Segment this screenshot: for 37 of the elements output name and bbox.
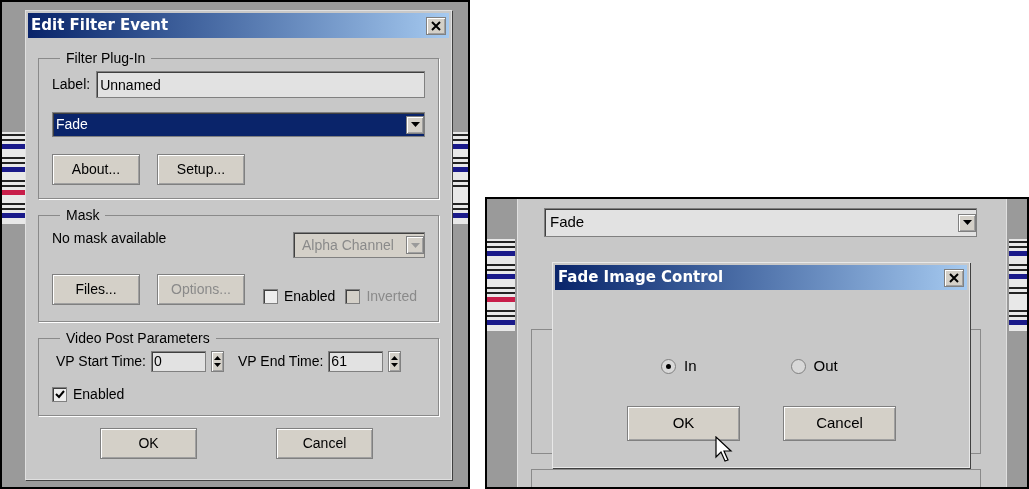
checkbox-label: Inverted xyxy=(366,287,417,306)
field-label: VP Start Time: xyxy=(56,352,146,371)
checkbox[interactable] xyxy=(263,289,278,304)
close-icon xyxy=(431,20,441,31)
dialog-button[interactable]: OK xyxy=(627,405,740,441)
group-label: Video Post Parameters xyxy=(65,329,211,348)
radio-label: In xyxy=(684,356,697,376)
field-label: VP End Time: xyxy=(238,352,324,371)
plugin-dropdown[interactable]: Fade xyxy=(544,208,977,237)
radio-label: Out xyxy=(813,356,838,376)
spinner-icon[interactable] xyxy=(388,351,402,372)
field-label: Label: xyxy=(52,75,91,94)
close-icon xyxy=(949,272,959,283)
mask-status: No mask available xyxy=(52,229,167,248)
close-button[interactable] xyxy=(426,16,446,35)
time-field[interactable]: 61 xyxy=(328,351,384,372)
spinner-icon[interactable] xyxy=(211,351,224,372)
dialog-button[interactable]: OK xyxy=(100,428,197,459)
plugin-button[interactable]: About... xyxy=(52,154,140,185)
mouse-pointer-icon xyxy=(715,436,733,463)
label-field[interactable]: Unnamed xyxy=(96,71,425,98)
plugin-dropdown[interactable]: Fade xyxy=(52,112,425,137)
dialog-button[interactable]: Cancel xyxy=(783,405,896,441)
dialog-button[interactable]: Cancel xyxy=(276,428,373,459)
time-field[interactable]: 0 xyxy=(151,351,206,372)
checkbox-label: Enabled xyxy=(73,385,125,404)
window-title: Fade Image Control xyxy=(558,267,724,289)
checkbox[interactable] xyxy=(52,387,67,402)
window-title: Edit Filter Event xyxy=(31,15,169,37)
checkbox-label: Enabled xyxy=(284,287,336,306)
group-label: Filter Plug-In xyxy=(65,49,147,68)
close-button[interactable] xyxy=(944,268,964,287)
radio-button[interactable] xyxy=(661,358,676,374)
radio-button[interactable] xyxy=(790,358,806,374)
plugin-button[interactable]: Setup... xyxy=(157,154,245,185)
mask-button[interactable]: Files... xyxy=(52,274,140,305)
group-label: Mask xyxy=(65,206,101,225)
